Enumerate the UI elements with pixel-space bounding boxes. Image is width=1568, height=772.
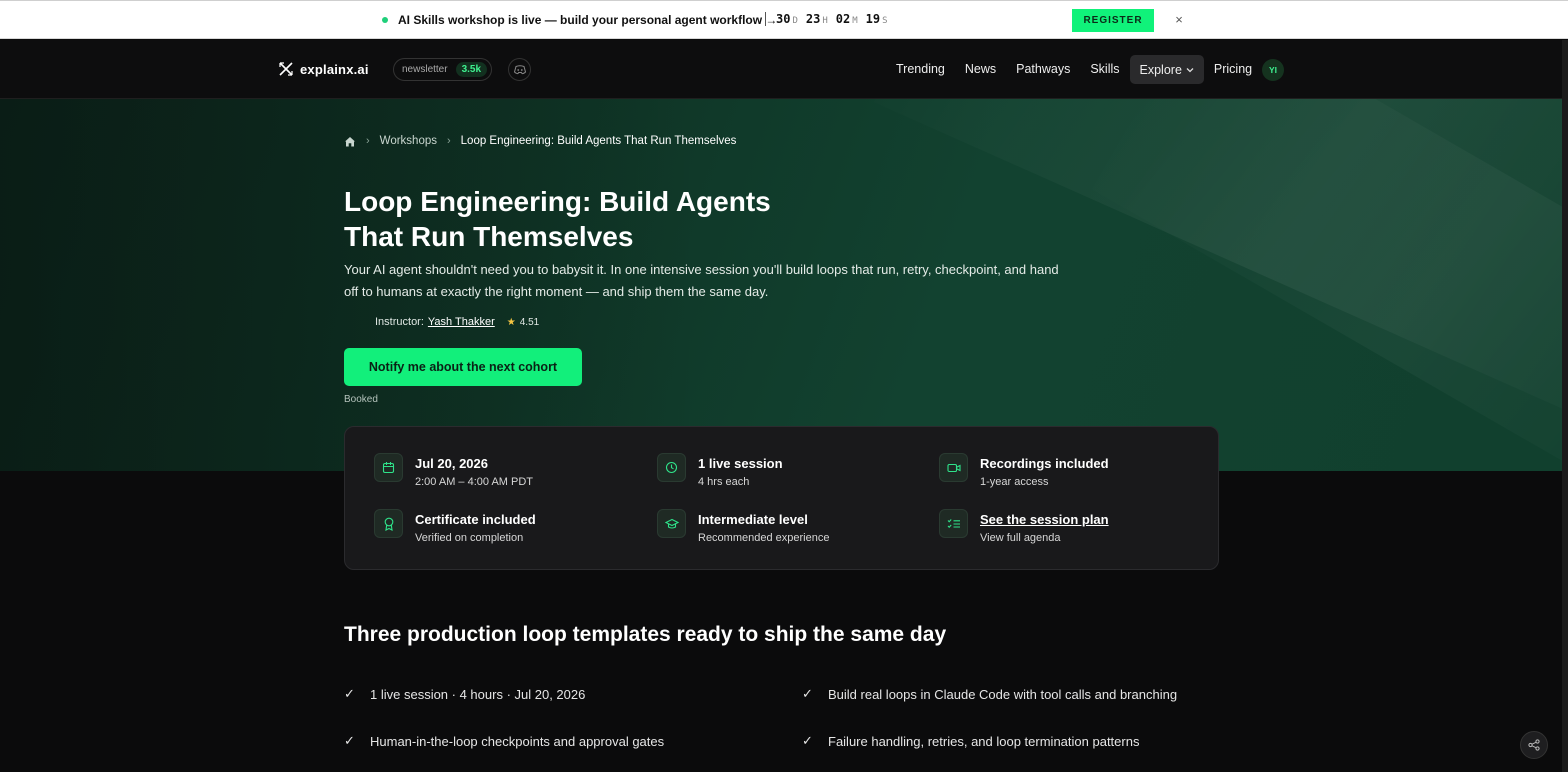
- session-plan-link[interactable]: See the session plan: [980, 511, 1109, 528]
- share-icon: [1528, 739, 1540, 751]
- timer-unit: M: [852, 16, 858, 26]
- feature-item: ✓ Human-in-the-loop checkpoints and appr…: [344, 733, 664, 749]
- award-icon: [374, 509, 403, 538]
- nav-link-pricing[interactable]: Pricing: [1204, 55, 1262, 84]
- announcement-message[interactable]: AI Skills workshop is live — build your …: [398, 13, 777, 27]
- detail-recordings: Recordings included 1-year access: [939, 453, 1109, 491]
- timer-unit: H: [822, 16, 828, 26]
- breadcrumb-separator: ›: [366, 135, 370, 147]
- timer-days: 30 D: [776, 12, 798, 26]
- newsletter-label: newsletter: [402, 64, 448, 75]
- nav-explore-dropdown[interactable]: Explore: [1129, 55, 1204, 84]
- chevron-down-icon: [1186, 67, 1194, 72]
- list-checks-icon: [939, 509, 968, 538]
- feature-text: Build real loops in Claude Code with too…: [828, 686, 1178, 702]
- detail-sessions: 1 live session 4 hrs each: [657, 453, 783, 491]
- brand-name: explainx.ai: [300, 61, 369, 77]
- feature-item: ✓ Failure handling, retries, and loop te…: [802, 733, 1139, 749]
- share-button[interactable]: [1520, 731, 1548, 759]
- workshop-details-card: Jul 20, 2026 2:00 AM – 4:00 AM PDT 1 live…: [344, 426, 1219, 570]
- feature-text: Human-in-the-loop checkpoints and approv…: [370, 733, 665, 749]
- nav-links: Trending News Pathways Skills Explore Pr…: [886, 55, 1262, 84]
- nav-link-pathways[interactable]: Pathways: [1006, 55, 1080, 84]
- nav-link-trending[interactable]: Trending: [886, 55, 955, 84]
- breadcrumb-workshops[interactable]: Workshops: [380, 135, 437, 147]
- detail-title: Jul 20, 2026: [415, 456, 488, 471]
- instructor-name-link[interactable]: Yash Thakker: [428, 316, 495, 328]
- breadcrumb-separator: ›: [446, 135, 451, 147]
- timer-value: 19: [865, 12, 881, 26]
- breadcrumb: › Workshops › Loop Engineering: Build Ag…: [344, 135, 736, 147]
- timer-unit: D: [792, 16, 798, 26]
- countdown-timer: 30 D 23 H 02 M 19 S: [776, 12, 888, 26]
- detail-certificate: Certificate included Verified on completi…: [374, 509, 536, 547]
- brand-logo[interactable]: explainx.ai: [278, 61, 369, 77]
- close-icon[interactable]: ×: [1171, 11, 1187, 29]
- logo-mark-icon: [279, 62, 293, 76]
- timer-hours: 23 H: [806, 12, 828, 26]
- feature-text: 1 live session · 4 hours · Jul 20, 2026: [370, 686, 586, 702]
- top-navbar: explainx.ai newsletter 3.5k Trending New…: [0, 40, 1562, 99]
- clock-icon: [657, 453, 686, 482]
- detail-level: Intermediate level Recommended experience: [657, 509, 830, 547]
- feature-text: Failure handling, retries, and loop term…: [828, 733, 1140, 749]
- detail-session-plan[interactable]: See the session plan View full agenda: [939, 509, 1109, 547]
- notify-cohort-button[interactable]: Notify me about the next cohort: [344, 348, 582, 386]
- newsletter-count: 3.5k: [455, 62, 488, 77]
- detail-title: Certificate included: [415, 512, 536, 527]
- video-icon: [939, 453, 968, 482]
- timer-minutes: 02 M: [836, 12, 858, 26]
- star-icon: ★: [506, 316, 516, 328]
- live-dot-icon: [382, 17, 388, 23]
- booked-status: Booked: [344, 394, 378, 405]
- timer-value: 23: [805, 12, 821, 26]
- detail-title: Recordings included: [980, 456, 1109, 471]
- page-title: Loop Engineering: Build Agents That Run …: [344, 186, 771, 252]
- detail-title: Intermediate level: [698, 512, 808, 527]
- check-icon: ✓: [344, 686, 355, 701]
- nav-link-news[interactable]: News: [955, 55, 1006, 84]
- check-icon: ✓: [802, 686, 813, 701]
- feature-item: ✓ Build real loops in Claude Code with t…: [802, 686, 1177, 702]
- nav-link-explore: Explore: [1139, 62, 1182, 77]
- timer-value: 02: [835, 12, 851, 26]
- register-button[interactable]: REGISTER: [1072, 9, 1154, 32]
- timer-unit: S: [882, 16, 888, 26]
- graduation-cap-icon: [657, 509, 686, 538]
- discord-icon: [513, 64, 526, 74]
- timer-seconds: 19 S: [866, 12, 888, 26]
- announcement-divider: [765, 12, 766, 26]
- check-icon: ✓: [802, 733, 813, 748]
- discord-button[interactable]: [508, 58, 531, 81]
- instructor-line: Instructor: Yash Thakker ★ 4.51: [375, 316, 539, 328]
- instructor-label: Instructor:: [375, 316, 424, 328]
- nav-link-skills[interactable]: Skills: [1080, 55, 1129, 84]
- newsletter-pill[interactable]: newsletter 3.5k: [393, 58, 493, 81]
- page-description: Your AI agent shouldn't need you to baby…: [344, 262, 1059, 299]
- detail-subtitle: View full agenda: [980, 532, 1061, 544]
- detail-subtitle: 4 hrs each: [698, 476, 750, 488]
- feature-item: ✓ 1 live session · 4 hours · Jul 20, 202…: [344, 686, 585, 702]
- detail-title: 1 live session: [698, 456, 783, 471]
- timer-value: 30: [776, 12, 791, 26]
- check-icon: ✓: [344, 733, 355, 748]
- instructor-rating: 4.51: [519, 316, 540, 328]
- calendar-icon: [374, 453, 403, 482]
- home-icon[interactable]: [344, 136, 356, 147]
- breadcrumb-current: Loop Engineering: Build Agents That Run …: [460, 135, 737, 147]
- features-heading: Three production loop templates ready to…: [344, 623, 947, 646]
- detail-subtitle: Verified on completion: [415, 532, 524, 544]
- detail-subtitle: Recommended experience: [698, 532, 830, 544]
- detail-subtitle: 1-year access: [980, 476, 1049, 488]
- user-avatar[interactable]: YI: [1262, 59, 1284, 81]
- page-scrollbar[interactable]: [1562, 40, 1568, 772]
- detail-subtitle: 2:00 AM – 4:00 AM PDT: [415, 476, 534, 488]
- announcement-bar: AI Skills workshop is live — build your …: [0, 0, 1568, 39]
- page: AI Skills workshop is live — build your …: [0, 0, 1568, 772]
- detail-date: Jul 20, 2026 2:00 AM – 4:00 AM PDT: [374, 453, 534, 491]
